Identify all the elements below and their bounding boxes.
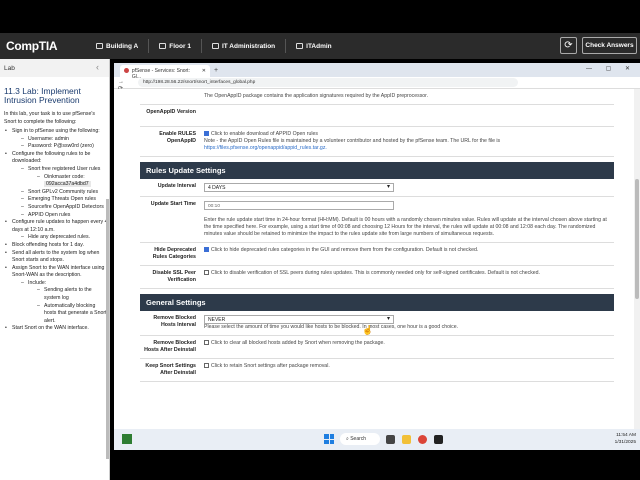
lab-title: 11.3 Lab: Implement Intrusion Prevention <box>4 86 81 105</box>
mouse-cursor-icon: ☝ <box>362 325 374 335</box>
update-interval-select[interactable]: 4 DAYS <box>204 183 394 192</box>
ssl-label: Disable SSL Peer Verification <box>152 270 196 283</box>
taskbar-search[interactable]: ⌕ Search <box>340 433 380 445</box>
pfsense-page: The OpenAppID package contains the appli… <box>114 89 640 429</box>
update-start-input[interactable]: 00:10 <box>204 201 394 210</box>
refresh-button[interactable]: ⟳ <box>560 37 577 54</box>
task-start: Start Snort on the WAN interface. <box>4 325 109 333</box>
keep-settings-checkbox[interactable] <box>204 363 209 369</box>
panel-scrollbar[interactable] <box>106 199 109 459</box>
task-rule-updates: Configure rule updates to happen every 4… <box>4 219 109 242</box>
system-tray-clock[interactable]: 11:54 AM 1/31/2025 <box>615 432 636 446</box>
remove-blocked-label: Remove Blocked Hosts Interval <box>153 315 196 328</box>
page-scrollbar[interactable] <box>634 89 640 429</box>
computer-icon <box>296 43 304 49</box>
general-settings-section: General Settings <box>140 294 614 311</box>
hide-dep-checkbox[interactable] <box>204 247 209 253</box>
top-bar: CompTIA Building A Floor 1 IT Administra… <box>0 33 640 59</box>
task-send-alerts: Send all alerts to the system log when S… <box>4 250 109 265</box>
enable-appid-checkbox[interactable] <box>204 131 209 137</box>
nav-building[interactable]: Building A <box>96 43 138 50</box>
widgets-icon[interactable] <box>122 434 132 444</box>
chevron-left-icon[interactable]: ‹ <box>96 62 99 72</box>
building-icon <box>96 43 103 49</box>
task-block: Block offending hosts for 1 day. <box>4 242 109 250</box>
taskbar: ⌕ Search 11:54 AM 1/31/2025 <box>114 429 640 450</box>
appid-rules-link[interactable]: https://files.pfsense.org/openappid/appi… <box>204 145 327 151</box>
top-strip <box>0 0 640 33</box>
floor-icon <box>159 43 167 49</box>
nav-floor[interactable]: Floor 1 <box>159 43 191 50</box>
comptia-logo: CompTIA <box>6 39 58 53</box>
task-configure: Configure the following rules to be down… <box>4 151 109 219</box>
rules-update-section: Rules Update Settings <box>140 162 614 179</box>
task-list: Sign in to pfSense using the following: … <box>0 128 109 333</box>
windows-start-icon[interactable] <box>324 434 334 444</box>
desk-icon <box>211 43 219 49</box>
update-interval-label: Update Interval <box>157 183 196 189</box>
browser-window: pfSense - Services: Snort: Gl... ✕ + — ▢… <box>114 63 640 429</box>
task-assign: Assign Snort to the WAN interface using … <box>4 265 109 326</box>
openappid-desc: The OpenAppID package contains the appli… <box>204 93 429 99</box>
check-answers-button[interactable]: Check Answers <box>582 37 637 54</box>
task-signin: Sign in to pfSense using the following: … <box>4 128 109 151</box>
browser-tab[interactable]: pfSense - Services: Snort: Gl... ✕ <box>120 65 210 80</box>
update-start-desc: Enter the rule update start time in 24-h… <box>204 217 607 237</box>
nav-itadmin[interactable]: ITAdmin <box>296 43 332 50</box>
close-icon[interactable]: ✕ <box>202 68 206 74</box>
keep-settings-label: Keep Snort Settings After Deinstall <box>145 363 196 376</box>
nav-it-admin[interactable]: IT Administration <box>211 43 275 50</box>
oink-code[interactable]: 092acca37a4dbd7 <box>44 181 91 188</box>
file-explorer-icon[interactable] <box>402 435 411 444</box>
update-start-label: Update Start Time <box>150 201 196 207</box>
openappid-version-label: OpenAppID Version <box>146 109 196 115</box>
terminal-icon[interactable] <box>434 435 443 444</box>
enable-appid-label: Enable RULES OpenAppID <box>159 131 196 144</box>
remove-deinstall-label: Remove Blocked Hosts After Deinstall <box>144 340 196 353</box>
remove-blocked-select[interactable]: NEVER <box>204 315 394 324</box>
remove-deinstall-checkbox[interactable] <box>204 340 209 346</box>
window-controls[interactable]: — ▢ ✕ <box>586 65 636 72</box>
hide-dep-label: Hide Deprecated Rules Categories <box>152 247 196 260</box>
chrome-icon[interactable] <box>418 435 427 444</box>
ssl-checkbox[interactable] <box>204 270 209 276</box>
task-view-icon[interactable] <box>386 435 395 444</box>
lab-intro: In this lab, your task is to use pfSense… <box>4 111 95 125</box>
pfsense-favicon-icon <box>124 68 129 73</box>
address-bar[interactable]: http://198.28.56.22/snort/snort_interfac… <box>138 78 518 87</box>
new-tab-icon[interactable]: + <box>214 67 218 74</box>
lab-panel: Lab ‹ 11.3 Lab: Implement Intrusion Prev… <box>0 59 110 480</box>
lab-header: Lab <box>4 65 15 72</box>
